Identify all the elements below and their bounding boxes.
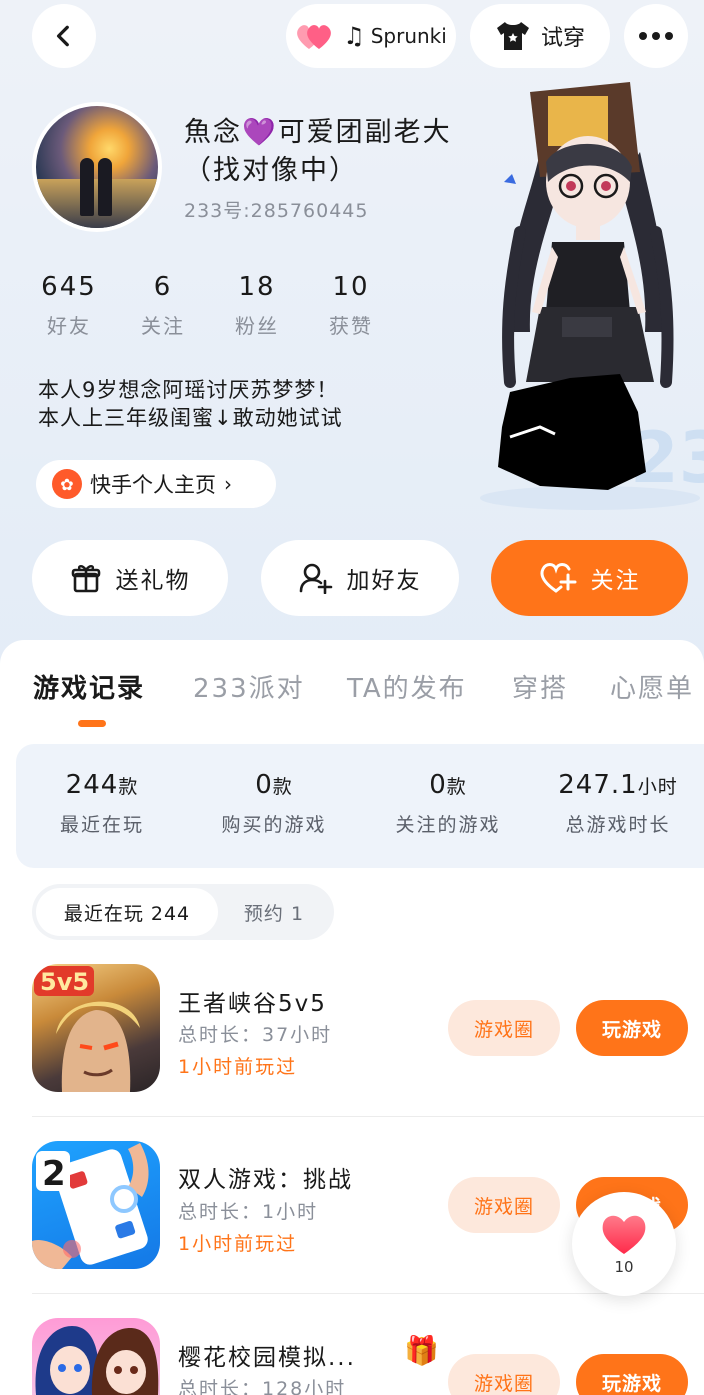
bio: 本人9岁想念阿瑶讨厌苏梦梦！ 本人上三年级闺蜜↓敢动她试试 [38,376,343,432]
summary-label: 最近在玩 [59,814,144,836]
game-circle-button[interactable]: 游戏圈 [448,1354,560,1395]
filter-recent[interactable]: 最近在玩 244 [36,888,218,936]
more-dot-icon [652,32,660,40]
user-id: 233号:285760445 [184,200,369,222]
follow-label: 关注 [590,568,641,594]
game-icon-honor-of-kings[interactable]: 5v5 [32,964,160,1092]
music-label: Sprunki [370,24,447,48]
tab-outfits[interactable]: 穿搭 [512,668,568,705]
try-on-label: 试穿 [540,26,585,51]
game-title[interactable]: 双人游戏：挑战 [178,1160,353,1194]
game-last-played: 1小时前玩过 [178,1233,298,1255]
add-user-icon [299,563,332,594]
stat-label: 好友 [47,314,91,338]
game-title[interactable]: 樱花校园模拟... [178,1338,356,1372]
kuaishou-icon: ✿ [52,469,82,499]
kuaishou-profile-link[interactable]: ✿ 快手个人主页 › [36,460,276,508]
stat-friends[interactable]: 645 好友 [29,272,109,339]
stat-value: 18 [238,272,276,302]
avatar-character[interactable]: 233 [470,82,704,512]
tab-game-records[interactable]: 游戏记录 [33,668,145,705]
bio-line: 本人9岁想念阿瑶讨厌苏梦梦！ [38,378,339,402]
anime-characters-icon [35,1326,159,1395]
stat-value: 645 [41,272,97,302]
tab-indicator [78,720,106,727]
music-button[interactable]: ♫ Sprunki [286,4,456,68]
more-button[interactable] [624,4,688,68]
gift-box-icon[interactable]: 🎁 [404,1334,439,1367]
avatar-figure [80,158,94,216]
summary-unit: 款 [446,776,467,798]
chevron-left-icon [56,25,69,47]
add-friend-label: 加好友 [346,568,422,594]
stat-likes[interactable]: 10 获赞 [311,272,391,339]
summary-value: 244 [65,770,119,800]
stat-label: 获赞 [329,314,373,338]
summary-recent[interactable]: 244款 最近在玩 [42,770,162,837]
like-floating-button[interactable]: 10 [572,1192,676,1296]
hearts-icon [297,25,332,49]
play-game-button[interactable]: 玩游戏 [576,1000,688,1056]
summary-label: 总游戏时长 [565,814,671,836]
add-friend-button[interactable]: 加好友 [261,540,459,616]
summary-label: 关注的游戏 [395,814,501,836]
game-last-played: 1小时前玩过 [178,1056,298,1078]
game-duration: 总时长：1小时 [178,1201,319,1223]
summary-label: 购买的游戏 [221,814,327,836]
bio-line: 本人上三年级闺蜜↓敢动她试试 [38,406,343,430]
tab-posts[interactable]: TA的发布 [347,668,467,705]
heart-icon [602,1215,646,1254]
game-icon-two-player[interactable]: 2 [32,1141,160,1269]
send-gift-button[interactable]: 送礼物 [32,540,228,616]
stat-label: 粉丝 [235,314,279,338]
game-duration: 总时长：37小时 [178,1024,333,1046]
summary-value: 247.1 [558,770,638,800]
summary-unit: 小时 [637,776,678,798]
summary-followed[interactable]: 0款 关注的游戏 [386,770,510,837]
game-circle-button[interactable]: 游戏圈 [448,1177,560,1233]
game-duration: 总时长：128小时 [178,1378,347,1395]
filter-reserve[interactable]: 预约 1 [218,888,330,936]
tab-wishlist[interactable]: 心愿单 [610,668,694,705]
heart-plus-icon [539,563,576,593]
divider [32,1116,704,1117]
more-dot-icon [665,32,673,40]
nickname: 魚念💜可爱团副老大（找对像中） [184,117,452,186]
back-button[interactable] [32,4,96,68]
stat-value: 6 [153,272,173,302]
divider [32,1293,704,1294]
tshirt-icon [496,22,529,50]
stat-label: 关注 [141,314,185,338]
icon-badge: 2 [42,1154,66,1194]
avatar-figure [98,158,112,216]
chevron-right-icon: › [224,472,232,496]
kuaishou-label: 快手个人主页 [90,473,216,497]
stat-followers[interactable]: 18 粉丝 [217,272,297,339]
send-gift-label: 送礼物 [115,568,191,594]
avatar[interactable] [32,102,162,232]
play-game-button[interactable]: 玩游戏 [576,1354,688,1395]
more-dot-icon [639,32,647,40]
music-note-icon: ♫ [343,22,365,50]
game-title[interactable]: 王者峡谷5v5 [178,984,327,1018]
follow-button[interactable]: 关注 [491,540,688,616]
like-count: 10 [614,1258,634,1276]
tab-233-party[interactable]: 233派对 [193,668,305,705]
icon-badge: 5v5 [40,968,89,996]
stat-following[interactable]: 6 关注 [123,272,203,339]
summary-total-time[interactable]: 247.1小时 总游戏时长 [548,770,688,837]
summary-unit: 款 [118,776,139,798]
try-on-button[interactable]: 试穿 [470,4,610,68]
game-icon-sakura-school[interactable] [32,1318,160,1395]
summary-purchased[interactable]: 0款 购买的游戏 [212,770,336,837]
gift-icon [71,565,100,593]
stat-value: 10 [332,272,370,302]
avatar-sea [36,179,158,228]
game-circle-button[interactable]: 游戏圈 [448,1000,560,1056]
summary-unit: 款 [272,776,293,798]
two-player-icon: 2 [32,1143,149,1269]
summary-value: 0 [255,770,273,800]
summary-value: 0 [429,770,447,800]
hero-face-icon: 5v5 [34,966,140,1092]
